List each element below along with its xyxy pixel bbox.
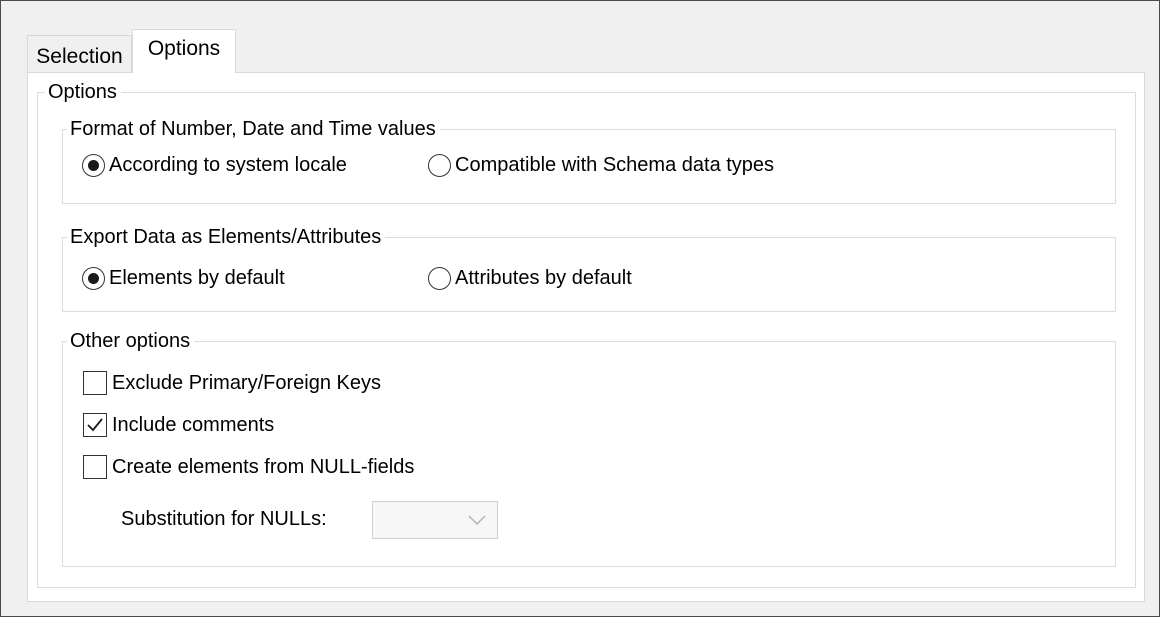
radio-attributes-default[interactable]: Attributes by default <box>428 267 632 290</box>
tab-selection[interactable]: Selection <box>27 35 132 72</box>
checkmark-icon <box>87 418 103 432</box>
radio-elements-default-indicator <box>82 267 105 290</box>
tab-options[interactable]: Options <box>132 29 236 73</box>
dialog-window: Selection Options Options Format of Numb… <box>0 0 1160 617</box>
checkbox-null-fields-label: Create elements from NULL-fields <box>112 455 415 478</box>
export-group-title: Export Data as Elements/Attributes <box>67 225 386 249</box>
options-group-title: Options <box>45 80 121 104</box>
radio-system-locale-label: According to system locale <box>109 154 347 176</box>
radio-elements-default-label: Elements by default <box>109 267 285 289</box>
radio-attributes-default-label: Attributes by default <box>455 267 632 289</box>
radio-elements-default[interactable]: Elements by default <box>82 267 285 290</box>
radio-attributes-default-indicator <box>428 267 451 290</box>
checkbox-null-fields-box <box>83 455 107 479</box>
checkbox-exclude-keys-box <box>83 371 107 395</box>
substitution-dropdown[interactable] <box>372 501 498 539</box>
checkbox-null-fields[interactable]: Create elements from NULL-fields <box>83 455 414 479</box>
radio-system-locale-indicator <box>82 154 105 177</box>
substitution-label: Substitution for NULLs: <box>121 508 327 530</box>
format-group-title: Format of Number, Date and Time values <box>67 117 440 141</box>
tab-options-label: Options <box>147 37 221 60</box>
tab-selection-label: Selection <box>36 44 123 68</box>
radio-schema-types[interactable]: Compatible with Schema data types <box>428 154 774 177</box>
checkbox-include-comments[interactable]: Include comments <box>83 413 274 437</box>
radio-schema-types-indicator <box>428 154 451 177</box>
checkbox-exclude-keys-label: Exclude Primary/Foreign Keys <box>112 371 381 394</box>
other-options-group-title: Other options <box>67 329 195 353</box>
checkbox-include-comments-box <box>83 413 107 437</box>
radio-system-locale[interactable]: According to system locale <box>82 154 347 177</box>
checkbox-include-comments-label: Include comments <box>112 413 275 436</box>
checkbox-exclude-keys[interactable]: Exclude Primary/Foreign Keys <box>83 371 381 395</box>
chevron-down-icon <box>468 515 486 525</box>
radio-schema-types-label: Compatible with Schema data types <box>455 154 775 176</box>
